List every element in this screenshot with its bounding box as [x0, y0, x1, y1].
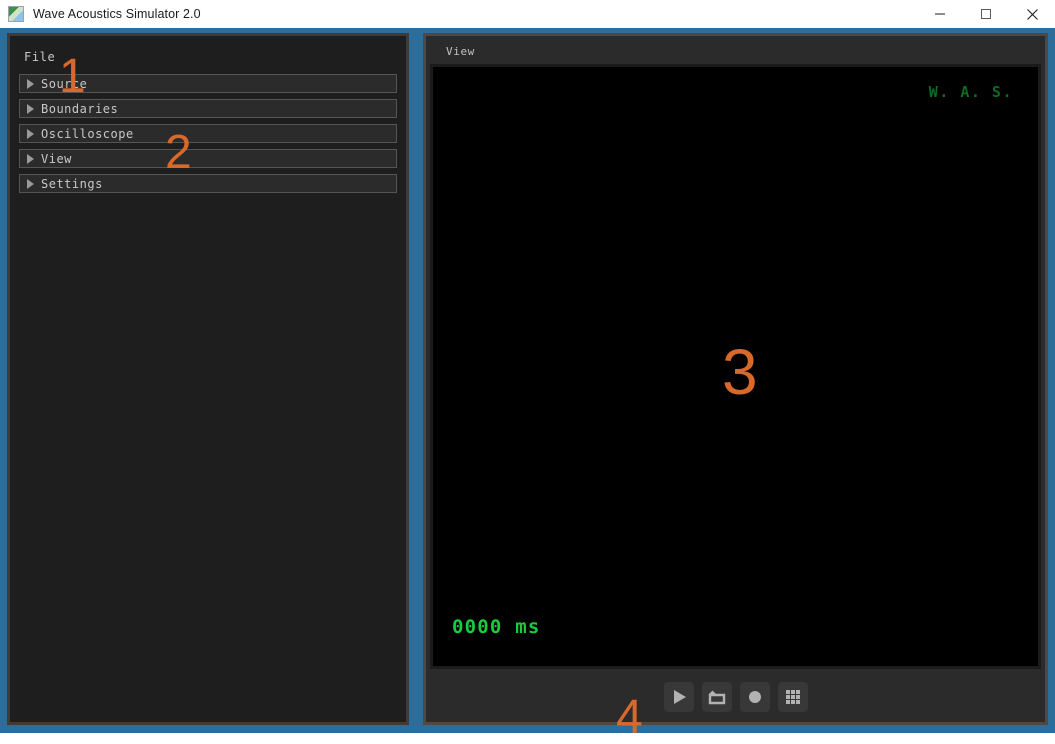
- close-button[interactable]: [1009, 0, 1055, 28]
- minimize-button[interactable]: [917, 0, 963, 28]
- transport-toolbar: [426, 672, 1045, 722]
- sidebar-section-list: Source Boundaries Oscilloscope View Sett…: [19, 74, 397, 199]
- sidebar-item-view[interactable]: View: [19, 149, 397, 168]
- file-menu[interactable]: File: [24, 50, 55, 64]
- sidebar-item-label: Source: [41, 76, 88, 91]
- sidebar-item-label: Oscilloscope: [41, 126, 134, 141]
- loop-reset-button[interactable]: [701, 682, 732, 712]
- left-control-panel: File Source Boundaries Oscilloscope View…: [7, 33, 409, 725]
- minimize-icon: [935, 13, 945, 15]
- sidebar-item-label: Boundaries: [41, 101, 119, 116]
- application-window: Wave Acoustics Simulator 2.0 File Source…: [0, 0, 1055, 742]
- triangle-right-icon: [27, 178, 34, 189]
- sidebar-item-label: Settings: [41, 176, 103, 191]
- sidebar-item-boundaries[interactable]: Boundaries: [19, 99, 397, 118]
- triangle-right-icon: [27, 153, 34, 164]
- grid-3x3-icon: [785, 690, 800, 704]
- simulation-timer: 0000 ms: [452, 616, 541, 638]
- triangle-right-icon: [27, 103, 34, 114]
- play-icon: [673, 690, 686, 704]
- maximize-icon: [981, 9, 991, 19]
- title-bar: Wave Acoustics Simulator 2.0: [0, 0, 1055, 28]
- sidebar-item-source[interactable]: Source: [19, 74, 397, 93]
- record-button[interactable]: [739, 682, 770, 712]
- window-body: File Source Boundaries Oscilloscope View…: [0, 28, 1055, 742]
- triangle-right-icon: [27, 78, 34, 89]
- app-window-icon: [8, 6, 24, 22]
- close-icon: [1026, 8, 1038, 20]
- right-viewport-panel: View W. A. S. 0000 ms: [423, 33, 1048, 725]
- window-title: Wave Acoustics Simulator 2.0: [33, 7, 201, 21]
- simulation-canvas[interactable]: W. A. S. 0000 ms: [433, 67, 1038, 666]
- sidebar-item-oscilloscope[interactable]: Oscilloscope: [19, 124, 397, 143]
- play-button[interactable]: [663, 682, 694, 712]
- maximize-button[interactable]: [963, 0, 1009, 28]
- loop-arrow-icon: [708, 690, 725, 705]
- record-circle-icon: [748, 691, 761, 703]
- simulation-viewport-frame: W. A. S. 0000 ms: [430, 64, 1041, 669]
- triangle-right-icon: [27, 128, 34, 139]
- sidebar-item-settings[interactable]: Settings: [19, 174, 397, 193]
- left-control-panel-inner: File Source Boundaries Oscilloscope View…: [10, 36, 406, 722]
- canvas-watermark: W. A. S.: [928, 83, 1013, 101]
- right-viewport-panel-inner: View W. A. S. 0000 ms: [426, 36, 1045, 722]
- view-menu[interactable]: View: [446, 45, 475, 58]
- sidebar-item-label: View: [41, 151, 72, 166]
- grid-button[interactable]: [777, 682, 808, 712]
- window-controls: [917, 0, 1055, 28]
